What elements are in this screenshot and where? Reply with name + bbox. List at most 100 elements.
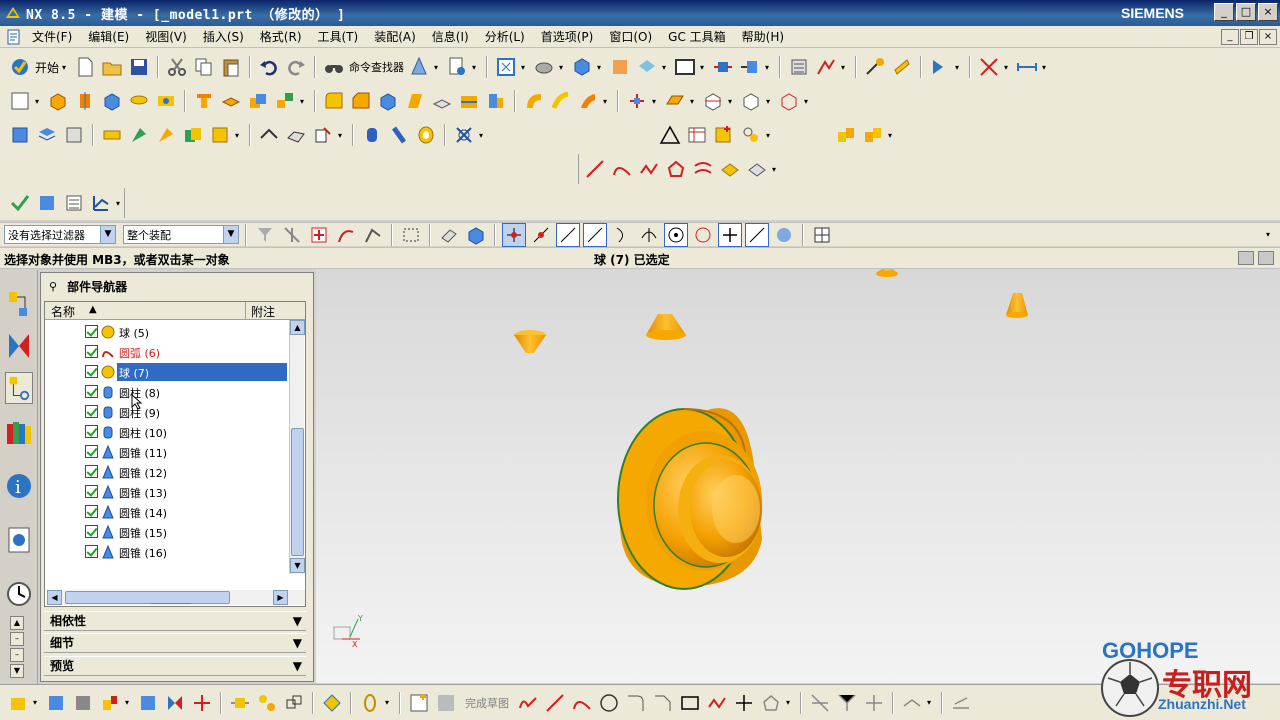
dropdown-icon[interactable]: ▾ — [385, 698, 393, 707]
revolve-icon[interactable] — [73, 89, 97, 113]
visibility-checkbox[interactable] — [85, 345, 98, 358]
simplify-icon[interactable] — [452, 123, 476, 147]
start-button[interactable]: 开始 — [35, 59, 59, 76]
maximize-button[interactable]: □ — [1236, 3, 1256, 21]
sort-ascending-icon[interactable]: ▲ — [89, 304, 97, 315]
tree-vertical-scrollbar[interactable]: ▲ ▼ — [289, 320, 305, 574]
reuse-library-tab-icon[interactable] — [5, 416, 33, 448]
section-view-icon[interactable] — [890, 55, 914, 79]
chevron-down-icon[interactable]: ▼ — [293, 612, 302, 631]
expression-icon[interactable] — [100, 123, 124, 147]
dropdown-icon[interactable]: ▾ — [841, 63, 849, 72]
snap-tangent-icon[interactable] — [637, 223, 661, 247]
tree-row[interactable]: 圆锥 (12) — [45, 462, 287, 482]
thicken-icon[interactable] — [576, 89, 600, 113]
section-preview[interactable]: 预览 ▼ — [44, 656, 306, 676]
feature-playback-icon[interactable] — [208, 123, 232, 147]
datum-plane-icon[interactable] — [663, 89, 687, 113]
cylinder-tool-icon[interactable] — [127, 89, 151, 113]
dropdown-icon[interactable]: ▾ — [888, 131, 896, 140]
dropdown-icon[interactable]: ▾ — [804, 97, 812, 106]
sketch-chamfer-icon[interactable] — [651, 691, 675, 715]
component-array-icon[interactable] — [136, 691, 160, 715]
resbar-down-button[interactable]: ▼ — [10, 664, 24, 678]
tree-row[interactable]: 圆锥 (11) — [45, 442, 287, 462]
command-finder-button[interactable]: 命令查找器 — [349, 59, 404, 75]
sketch-fillet-icon[interactable] — [624, 691, 648, 715]
hole-icon[interactable] — [154, 89, 178, 113]
move-component-icon[interactable] — [711, 55, 735, 79]
dropdown-icon[interactable]: ▾ — [597, 63, 605, 72]
dropdown-icon[interactable]: ▾ — [786, 698, 794, 707]
cone-part-icon[interactable] — [1006, 293, 1028, 318]
assembly-constraint-icon[interactable] — [738, 55, 762, 79]
snap-line2-icon[interactable] — [583, 222, 607, 247]
sketch-line-icon[interactable] — [543, 691, 567, 715]
dropdown-icon[interactable]: ▾ — [33, 698, 41, 707]
pull-face-icon[interactable] — [284, 123, 308, 147]
polygon-icon[interactable] — [664, 157, 688, 181]
resbar-up2-button[interactable]: – — [10, 632, 24, 646]
sketch-spline-icon[interactable] — [705, 691, 729, 715]
move-face-icon[interactable] — [257, 123, 281, 147]
replace-feature-icon[interactable] — [181, 123, 205, 147]
visibility-checkbox[interactable] — [85, 465, 98, 478]
tree-row[interactable]: 圆柱 (8) — [45, 382, 287, 402]
visibility-checkbox[interactable] — [85, 505, 98, 518]
menu-file[interactable]: 文件(F) — [24, 28, 80, 45]
boolean-icon[interactable] — [246, 89, 270, 113]
assembly-icon[interactable] — [6, 691, 30, 715]
tree-row[interactable]: 圆柱 (10) — [45, 422, 287, 442]
split-body-icon[interactable] — [457, 89, 481, 113]
dropdown-icon[interactable]: ▾ — [1004, 63, 1012, 72]
menu-help[interactable]: 帮助(H) — [734, 28, 792, 45]
tree-row[interactable]: 球 (5) — [45, 322, 287, 342]
menu-info[interactable]: 信息(I) — [424, 28, 477, 45]
model-view[interactable]: Y X — [316, 269, 1280, 683]
datum-axis-icon[interactable] — [701, 89, 725, 113]
filter-settings-icon[interactable] — [253, 223, 277, 247]
snap-quadrant-icon[interactable] — [691, 223, 715, 247]
visibility-checkbox[interactable] — [85, 525, 98, 538]
document-icon[interactable] — [6, 29, 22, 45]
scroll-left-button[interactable]: ◀ — [47, 590, 62, 605]
dropdown-icon[interactable]: ▾ — [765, 63, 773, 72]
chevron-down-icon[interactable]: ▼ — [293, 634, 302, 653]
render-style-icon[interactable] — [532, 55, 556, 79]
sequence-icon[interactable] — [255, 691, 279, 715]
resbar-down2-button[interactable]: – — [10, 648, 24, 662]
pattern-icon[interactable] — [273, 89, 297, 113]
dropdown-icon[interactable]: ▾ — [700, 63, 708, 72]
section-dependencies[interactable]: 相依性 ▼ — [44, 611, 306, 631]
table-icon[interactable] — [685, 123, 709, 147]
snap-center-icon[interactable] — [664, 222, 688, 247]
visibility-checkbox[interactable] — [85, 385, 98, 398]
wave-icon[interactable] — [282, 691, 306, 715]
menu-window[interactable]: 窗口(O) — [601, 28, 660, 45]
delete-face-icon[interactable] — [311, 123, 335, 147]
tree-row[interactable]: 圆柱 (9) — [45, 402, 287, 422]
select-face-icon[interactable] — [361, 223, 385, 247]
tree-row[interactable]: 球 (7) — [45, 362, 287, 382]
group-icon[interactable] — [739, 123, 763, 147]
tree-row[interactable]: 圆弧 (6) — [45, 342, 287, 362]
pin-icon[interactable]: ⚲ — [49, 280, 57, 293]
menu-insert[interactable]: 插入(S) — [195, 28, 252, 45]
edge-blend-icon[interactable] — [322, 89, 346, 113]
add-sheet-icon[interactable] — [712, 123, 736, 147]
edit-position-icon[interactable] — [154, 123, 178, 147]
scroll-down-button[interactable]: ▼ — [290, 558, 305, 573]
tree-row[interactable]: 圆锥 (16) — [45, 542, 287, 562]
graphics-viewport[interactable]: Y X — [316, 269, 1280, 683]
visibility-checkbox[interactable] — [85, 365, 98, 378]
thread-icon[interactable] — [414, 123, 438, 147]
measure-body-icon[interactable] — [739, 89, 763, 113]
start-icon[interactable] — [8, 55, 32, 79]
check-geometry-icon[interactable] — [35, 191, 59, 215]
dropdown-icon[interactable]: ▾ — [338, 131, 346, 140]
snap-existing-icon[interactable] — [718, 222, 742, 247]
menu-gc-toolbox[interactable]: GC 工具箱 — [660, 28, 734, 45]
dropdown-icon[interactable]: ▾ — [766, 131, 774, 140]
clip-icon[interactable] — [358, 691, 382, 715]
dropdown-icon[interactable]: ▾ — [35, 97, 43, 106]
